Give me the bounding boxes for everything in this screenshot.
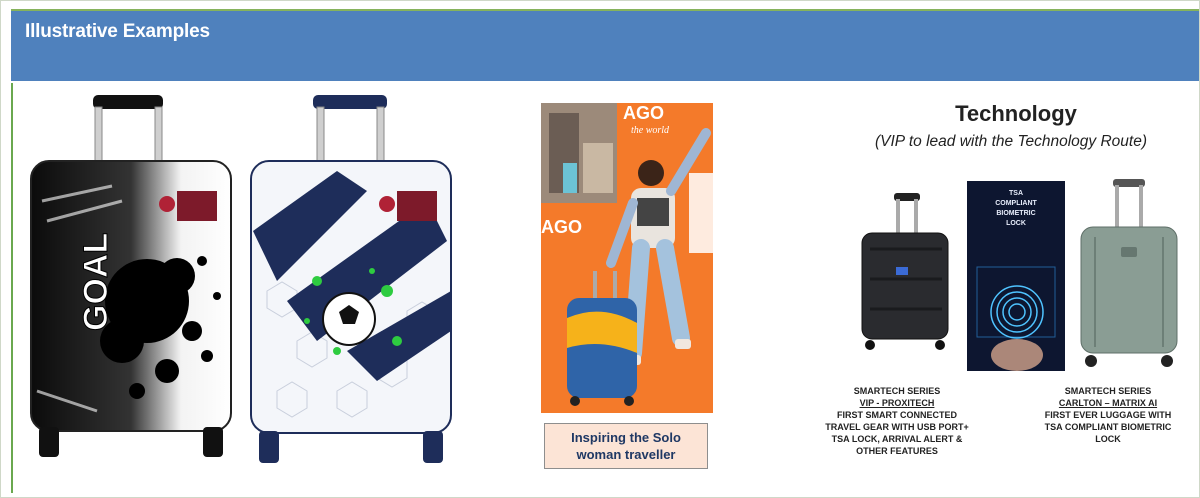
- goal-case-text: GOAL: [77, 233, 115, 331]
- poster-brand-top: AGO: [623, 103, 664, 123]
- poster-brand-mid: AGO: [541, 217, 582, 237]
- product-desc-line: FIRST SMART CONNECTED: [837, 410, 957, 420]
- goal-suitcase-image: GOAL: [30, 95, 232, 457]
- technology-subtitle: (VIP to lead with the Technology Route): [875, 133, 1147, 150]
- campaign-caption: Inspiring the Solo woman traveller: [544, 423, 708, 469]
- page-title: Illustrative Examples: [25, 21, 210, 42]
- product-desc-line: LOCK: [1095, 434, 1121, 444]
- product-desc-line: FIRST EVER LUGGAGE WITH: [1044, 410, 1172, 420]
- biometric-lock-panel: TSA COMPLIANT BIOMETRIC LOCK: [967, 181, 1065, 371]
- product-series: SMARTECH SERIES: [1064, 386, 1152, 396]
- product-desc-line: TRAVEL GEAR WITH USB PORT+: [825, 422, 969, 432]
- lock-panel-text: TSA COMPLIANT BIOMETRIC LOCK: [967, 181, 1065, 229]
- product-desc-line: TSA LOCK, ARRIVAL ALERT &: [831, 434, 963, 444]
- technology-title: Technology: [955, 101, 1077, 126]
- caption-line-1: Inspiring the Solo: [571, 430, 681, 445]
- lock-panel-line: TSA: [1009, 190, 1023, 197]
- lock-panel-line: COMPLIANT: [995, 200, 1037, 207]
- poster-tagline: the world: [631, 125, 670, 136]
- product-desc-line: TSA COMPLIANT BIOMETRIC: [1044, 422, 1172, 432]
- football-suitcase-image: [250, 95, 452, 463]
- caption-line-2: woman traveller: [576, 447, 676, 462]
- product-name: CARLTON – MATRIX AI: [1058, 398, 1158, 408]
- lock-panel-line: LOCK: [1006, 220, 1026, 227]
- carlton-caption: SMARTECH SERIES CARLTON – MATRIX AI FIRS…: [1033, 385, 1183, 445]
- product-name: VIP - PROXITECH: [859, 398, 935, 408]
- carlton-suitcase-image: [1080, 179, 1178, 367]
- proxitech-caption: SMARTECH SERIES VIP - PROXITECH FIRST SM…: [819, 385, 975, 457]
- proxitech-suitcase-image: [861, 193, 949, 350]
- left-divider: [11, 83, 13, 493]
- lock-panel-line: BIOMETRIC: [996, 210, 1036, 217]
- product-desc-line: OTHER FEATURES: [856, 446, 938, 456]
- header-bar: Illustrative Examples: [11, 9, 1199, 81]
- slide: Illustrative Examples GOAL AGO the world…: [0, 0, 1200, 498]
- fingerprint-icon: [976, 266, 1056, 371]
- product-series: SMARTECH SERIES: [853, 386, 941, 396]
- solo-traveller-poster-image: AGO the world AGO: [541, 103, 713, 413]
